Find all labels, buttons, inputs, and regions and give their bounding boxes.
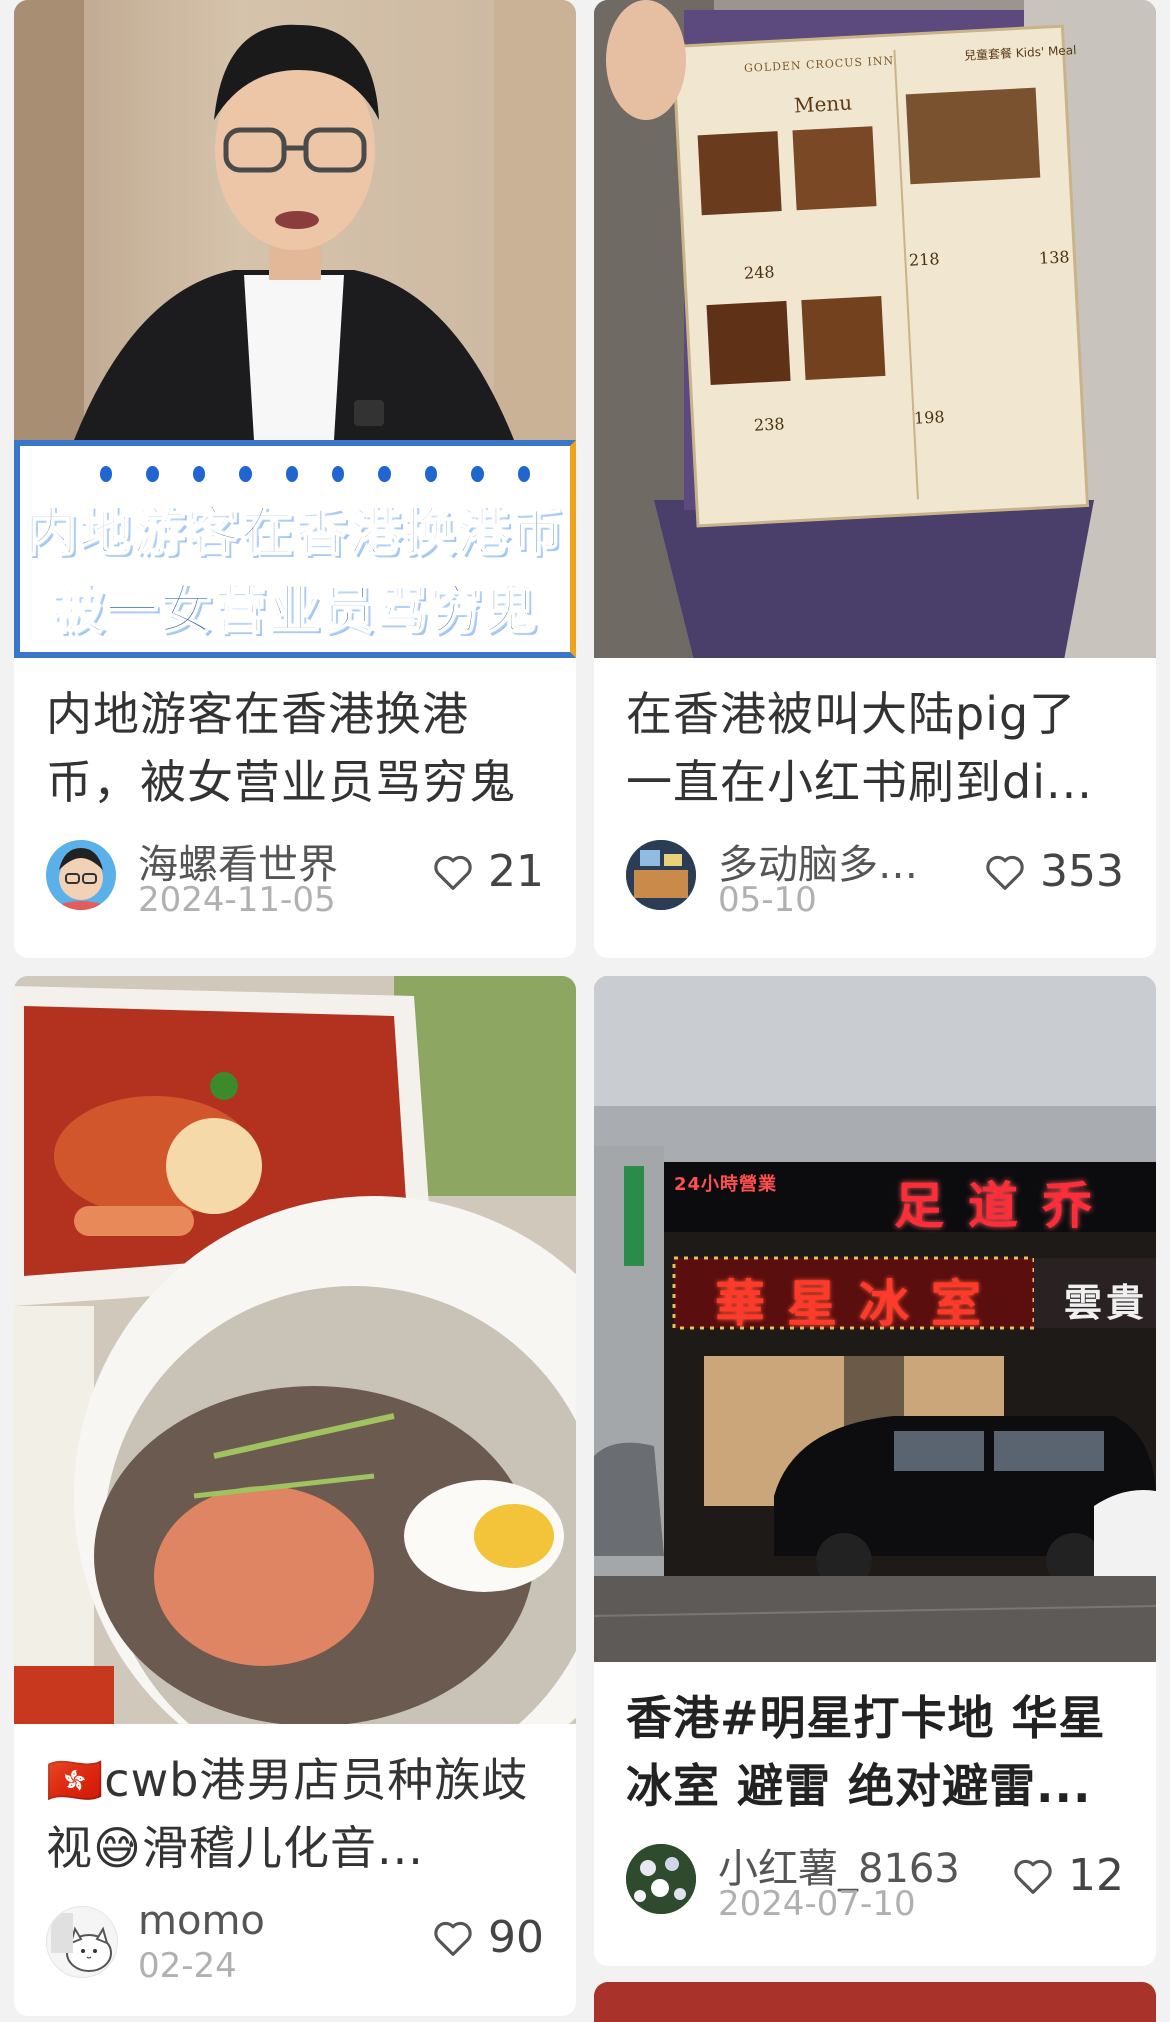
- note-feed: 内地游客在香港换港币 被一女营业员骂穷鬼 内地游客在香港换港币，被女营业员骂穷鬼…: [0, 0, 1170, 2022]
- avatar[interactable]: [46, 840, 116, 910]
- note-card-4[interactable]: 24小時營業 足道乔 華星冰室 雲貴 香港#明星打卡地 华星冰室 避雷 绝对避雷…: [594, 976, 1156, 1966]
- menu-label: Menu: [793, 90, 853, 118]
- avatar[interactable]: [46, 1906, 118, 1978]
- like-count: 353: [1040, 846, 1124, 897]
- note-title[interactable]: 在香港被叫大陆pig了 一直在小红书刷到di...: [626, 680, 1124, 816]
- note-meta: 小红薯_8163 2024-07-10 12: [626, 1820, 1124, 1940]
- menu-price-4: 198: [913, 407, 946, 428]
- hong-kong-flag-emoji: 🇭🇰: [46, 1753, 105, 1807]
- avatar[interactable]: [626, 840, 696, 910]
- like-button[interactable]: 90: [432, 1912, 544, 1963]
- post-date: 2024-07-10: [718, 1884, 916, 1924]
- menu-price-3: 238: [753, 414, 786, 435]
- avatar[interactable]: [626, 1844, 696, 1914]
- menu-photo-illustration: [594, 0, 1156, 658]
- menu-price-2: 218: [908, 249, 941, 270]
- note-title[interactable]: 内地游客在香港换港币，被女营业员骂穷鬼: [46, 680, 544, 816]
- heart-icon: [1012, 1857, 1054, 1895]
- note-cover-image[interactable]: GOLDEN CROCUS INN Menu 兒童套餐 Kids' Meal 2…: [594, 0, 1156, 658]
- note-meta: momo 02-24 90: [46, 1882, 544, 2002]
- sign-right: 雲貴: [1064, 1281, 1149, 1325]
- banner-dots: [100, 466, 531, 482]
- post-date: 05-10: [718, 880, 817, 920]
- note-cover-image[interactable]: 24小時營業 足道乔 華星冰室 雲貴: [594, 976, 1156, 1662]
- note-card-2[interactable]: GOLDEN CROCUS INN Menu 兒童套餐 Kids' Meal 2…: [594, 0, 1156, 958]
- like-button[interactable]: 12: [1012, 1850, 1124, 1901]
- banner-line-1: 内地游客在香港换港币: [24, 502, 565, 564]
- like-count: 21: [488, 846, 544, 897]
- like-button[interactable]: 21: [432, 846, 544, 897]
- sign-wah-sing: 華星冰室: [715, 1275, 1003, 1333]
- like-count: 90: [488, 1912, 544, 1963]
- banner-line-2: 被一女营业员骂穷鬼: [51, 580, 538, 642]
- sign-foot-massage: 足道乔: [894, 1177, 1116, 1235]
- cover-caption-banner: 内地游客在香港换港币 被一女营业员骂穷鬼: [14, 440, 576, 658]
- note-cover-image[interactable]: [14, 976, 576, 1724]
- menu-price-kids: 138: [1038, 247, 1071, 268]
- post-date: 02-24: [138, 1946, 237, 1986]
- note-card-3[interactable]: 🇭🇰cwb港男店员种族歧视😅滑稽儿化音... momo 02-24 90: [14, 976, 576, 2016]
- note-meta: 多动脑多… 05-10 353: [626, 816, 1124, 936]
- note-title-text: cwb港男店员种族歧视😅滑稽儿化音...: [46, 1753, 529, 1875]
- note-cover-image[interactable]: 内地游客在香港换港币 被一女营业员骂穷鬼: [14, 0, 576, 658]
- menu-price-1: 248: [743, 262, 776, 283]
- heart-icon: [432, 853, 474, 891]
- like-count: 12: [1068, 1850, 1124, 1901]
- food-photo-illustration: [14, 976, 576, 1724]
- note-title[interactable]: 🇭🇰cwb港男店员种族歧视😅滑稽儿化音...: [46, 1746, 544, 1882]
- heart-icon: [432, 1919, 474, 1957]
- note-card-1[interactable]: 内地游客在香港换港币 被一女营业员骂穷鬼 内地游客在香港换港币，被女营业员骂穷鬼…: [14, 0, 576, 958]
- next-note-card-peek[interactable]: [594, 1982, 1156, 2022]
- note-meta: 海螺看世界 2024-11-05 21: [46, 816, 544, 936]
- like-button[interactable]: 353: [984, 846, 1124, 897]
- author-name[interactable]: momo: [138, 1898, 265, 1944]
- heart-icon: [984, 853, 1026, 891]
- note-title[interactable]: 香港#明星打卡地 华星冰室 避雷 绝对避雷...: [626, 1684, 1124, 1820]
- post-date: 2024-11-05: [138, 880, 336, 920]
- sign-24-hours: 24小時營業: [674, 1174, 778, 1195]
